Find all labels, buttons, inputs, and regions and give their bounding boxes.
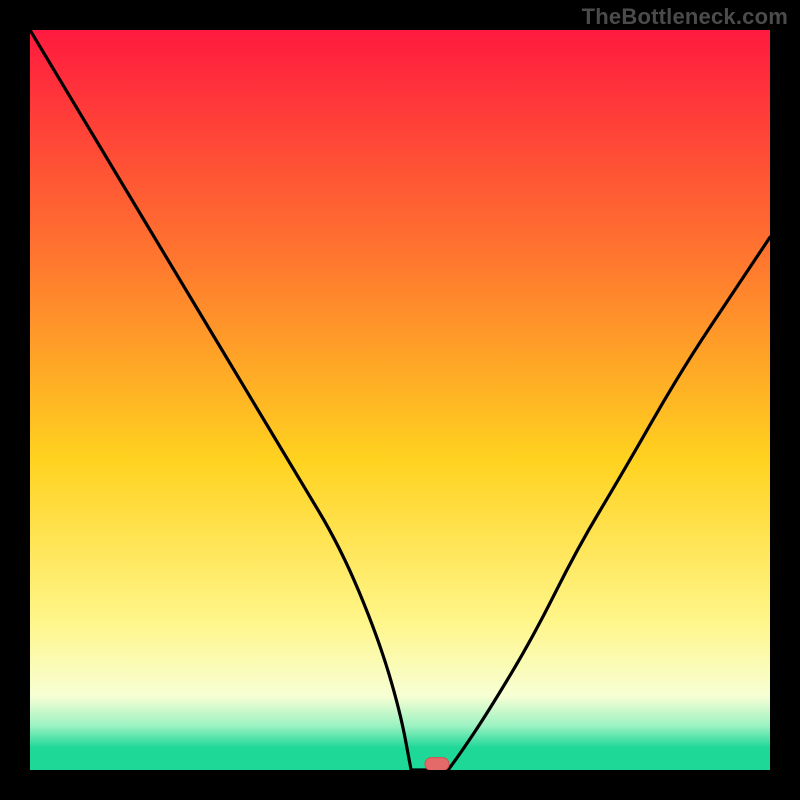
chart-frame: TheBottleneck.com	[0, 0, 800, 800]
watermark-text: TheBottleneck.com	[582, 4, 788, 30]
plot-svg	[30, 30, 770, 770]
gradient-background	[30, 30, 770, 770]
bottleneck-plot	[30, 30, 770, 770]
optimal-point-marker	[425, 758, 449, 770]
